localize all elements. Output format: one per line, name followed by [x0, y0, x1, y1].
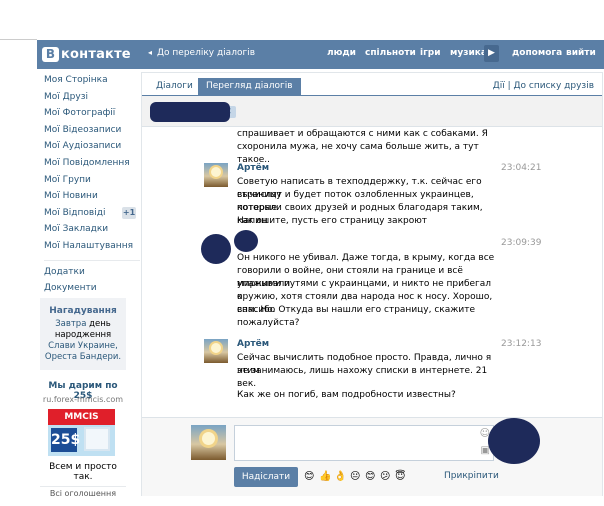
sidebar-item-my-page[interactable]: Моя Сторінка [44, 72, 140, 89]
avatar[interactable] [204, 339, 228, 363]
emoji-smile-icon[interactable]: 😊 [304, 471, 314, 482]
message-author[interactable]: Артём [237, 339, 269, 349]
sidebar-item-groups[interactable]: Мої Групи [44, 172, 140, 189]
avatar[interactable] [191, 425, 226, 460]
message-time: 23:12:13 [501, 339, 542, 349]
back-to-dialogs-link[interactable]: До переліку діалогів [148, 48, 255, 58]
answers-count-badge: +1 [122, 206, 136, 219]
emoji-angel-icon[interactable]: 😇 [395, 471, 405, 482]
sidebar-item-documents[interactable]: Документи [44, 280, 140, 297]
sidebar-item-photos[interactable]: Мої Фотографії [44, 105, 140, 122]
sidebar-item-news[interactable]: Мої Новини [44, 188, 140, 205]
reminder-text: Завтра день народження Слави Украине, Ор… [40, 319, 126, 363]
vk-logo-mark: В [42, 47, 59, 62]
reminder-name-1[interactable]: Слави Украине, [48, 341, 118, 351]
sidebar-item-friends[interactable]: Мої Друзі [44, 89, 140, 106]
sidebar-item-settings[interactable]: Мої Налаштування [44, 238, 140, 255]
nav-people[interactable]: люди [327, 48, 356, 58]
tab-view-dialogs[interactable]: Перегляд діалогів [198, 78, 301, 95]
gift-icon [84, 427, 110, 451]
ad-text: Всем и просто так. [49, 462, 117, 482]
emoji-neutral-icon[interactable]: 😐 [350, 471, 360, 482]
recipient-bar: ✕ [142, 96, 602, 127]
emoji-confused-icon[interactable]: 😕 [380, 471, 390, 482]
nav-logout[interactable]: вийти [566, 48, 596, 58]
sidebar-item-videos[interactable]: Мої Відеозаписи [44, 122, 140, 139]
redacted-author [234, 230, 258, 252]
vk-logo-text: контакте [61, 47, 131, 62]
sidebar-item-audio[interactable]: Мої Аудіозаписи [44, 138, 140, 155]
sidebar-item-apps[interactable]: Додатки [44, 264, 140, 281]
message-author[interactable]: Артём [237, 163, 269, 173]
nav-music[interactable]: музика [450, 48, 487, 58]
nav-communities[interactable]: спільноти [365, 48, 416, 58]
top-divider [0, 39, 37, 40]
message-text: не занимаюсь, лишь нахожу списки в интер… [237, 366, 488, 389]
send-button[interactable]: Надіслати [234, 467, 298, 487]
top-header: Вконтакте До переліку діалогів люди спіл… [37, 40, 604, 69]
message-history: спрашивает и обращаются с ними как с соб… [142, 127, 602, 417]
message-text: Как же он погиб, вам подробности известн… [237, 390, 456, 400]
compose-area: ☺ ▣ Надіслати 😊 👍 👌 😐 😊 😕 😇 Прикріпити [142, 417, 602, 496]
ad-banner-image[interactable]: MMCIS 25$ [48, 409, 115, 456]
actions-links[interactable]: Дії | До списку друзів [493, 81, 594, 91]
reminder-day: день [89, 319, 111, 329]
all-ads-link[interactable]: Всі оголошення [40, 486, 126, 498]
attach-link[interactable]: Прикріпити [444, 471, 499, 481]
nav-games[interactable]: ігри [420, 48, 441, 58]
play-icon[interactable]: ▶ [484, 45, 499, 62]
message-input[interactable]: ☺ ▣ [234, 425, 494, 461]
sidebar-item-messages[interactable]: Мої Повідомлення [44, 155, 140, 172]
message-text: пожалуйста? [237, 318, 300, 328]
ad-brand: MMCIS [48, 409, 115, 425]
reminder-box: Нагадування Завтра день народження Слави… [40, 298, 126, 370]
redacted-avatar [201, 234, 231, 264]
tab-dialogs[interactable]: Діалоги [148, 78, 201, 95]
message-time: 23:04:21 [501, 163, 542, 173]
left-sidebar: Моя Сторінка Мої Друзі Мої Фотографії Мо… [44, 72, 140, 297]
sidebar-item-bookmarks[interactable]: Мої Закладки [44, 221, 140, 238]
message-text: вам. Но. Откуда вы нашли его страницу, с… [237, 305, 475, 315]
redacted-name [150, 102, 230, 122]
message-text: схоронила мужа, не хочу сама больше жить… [237, 142, 479, 165]
ad-url: ru.forex-mmcis.com [42, 395, 124, 404]
redacted-overlay [488, 418, 540, 464]
reminder-name-2[interactable]: Ореста Бандери. [45, 352, 121, 362]
avatar[interactable] [204, 163, 228, 187]
message-text: спрашивает и обращаются с ними как с соб… [237, 129, 488, 139]
reminder-tomorrow-link[interactable]: Завтра [55, 319, 86, 329]
reminder-birthday: народження [54, 330, 112, 340]
ad-amount: 25$ [51, 428, 80, 452]
emoji-ok-hand-icon[interactable]: 👌 [334, 471, 346, 482]
reminder-title: Нагадування [49, 306, 117, 316]
nav-help[interactable]: допомога [512, 48, 562, 58]
sidebar-item-answers-label: Мої Відповіді [44, 207, 106, 218]
dialog-panel: Діалоги Перегляд діалогів Дії | До списк… [141, 72, 603, 496]
emoji-smile-2-icon[interactable]: 😊 [365, 471, 375, 482]
message-text: Напишите, пусть его страницу закроют [237, 216, 428, 226]
message-time: 23:09:39 [501, 238, 542, 248]
sidebar-divider [44, 259, 140, 261]
sidebar-item-answers[interactable]: Мої Відповіді +1 [44, 205, 140, 222]
message-text: Он никого не убивал. Даже тогда, в крыму… [237, 253, 495, 263]
vk-logo[interactable]: Вконтакте [42, 46, 131, 63]
emoji-thumbs-up-icon[interactable]: 👍 [319, 471, 331, 482]
dialog-tabs: Діалоги Перегляд діалогів Дії | До списк… [142, 73, 602, 96]
